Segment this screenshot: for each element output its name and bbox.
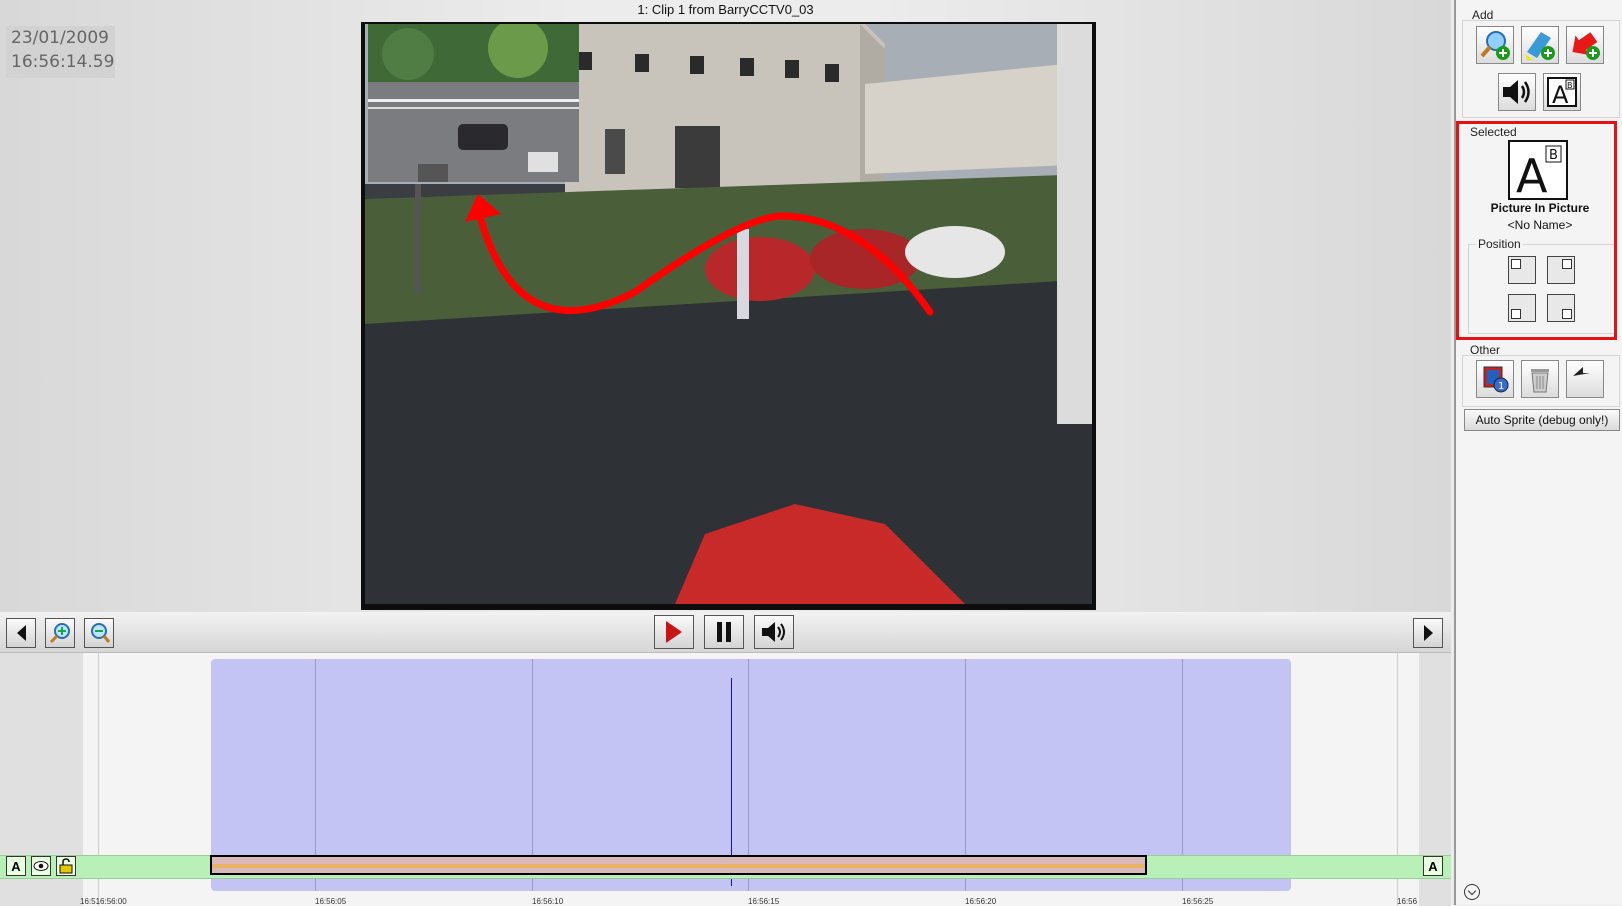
undo-icon xyxy=(1573,367,1590,376)
track-text-button[interactable]: A xyxy=(6,856,26,876)
delete-button[interactable] xyxy=(1521,360,1559,398)
track-lock-button[interactable] xyxy=(56,856,76,876)
add-arrow-button[interactable] xyxy=(1566,26,1604,64)
text-icon: A xyxy=(11,858,21,874)
arrow-left-icon xyxy=(16,625,26,641)
selected-section-highlight xyxy=(1456,121,1617,340)
zoom-in-icon xyxy=(49,623,70,644)
play-button[interactable] xyxy=(654,615,694,649)
pause-icon xyxy=(717,622,731,642)
editor-main: 1: Clip 1 from BarryCCTV0_03 23/01/2009 … xyxy=(0,0,1451,906)
zoom-add-icon xyxy=(1480,31,1510,60)
date-text: 23/01/2009 xyxy=(11,28,109,48)
speaker-icon xyxy=(762,622,785,642)
pause-button[interactable] xyxy=(704,615,744,649)
scroll-left-button[interactable] xyxy=(6,618,36,648)
chevron-down-icon xyxy=(1467,886,1477,895)
volume-button[interactable] xyxy=(754,615,794,649)
timeline[interactable]: A A 16:516:56:00 16:56:05 16:56:10 16:56… xyxy=(0,652,1451,906)
eye-icon xyxy=(33,861,49,871)
add-highlight-button[interactable] xyxy=(1521,26,1559,64)
zoom-in-button[interactable] xyxy=(45,618,75,648)
add-audio-button[interactable] xyxy=(1498,73,1536,111)
play-icon xyxy=(666,621,682,643)
picture-in-picture-overlay[interactable] xyxy=(368,24,579,182)
text-icon: AB xyxy=(1547,77,1577,108)
track-visibility-button[interactable] xyxy=(31,856,51,876)
pip-sprite-clip[interactable] xyxy=(210,855,1147,875)
arrow-right-icon xyxy=(1423,625,1433,641)
highlight-add-icon xyxy=(1525,32,1555,60)
pip-frame xyxy=(368,24,579,182)
track-end-text-button[interactable]: A xyxy=(1423,856,1443,876)
time-text: 16:56:14.59 xyxy=(11,52,115,72)
playback-toolbar xyxy=(0,612,1451,652)
undo-button[interactable] xyxy=(1566,360,1604,398)
expand-panel-button[interactable] xyxy=(1464,884,1480,900)
sequence-button[interactable]: 1 xyxy=(1476,360,1514,398)
auto-sprite-button[interactable]: Auto Sprite (debug only!) xyxy=(1464,409,1620,431)
add-text-button[interactable]: AB xyxy=(1543,73,1581,111)
zoom-out-button[interactable] xyxy=(84,618,114,648)
svg-text:1: 1 xyxy=(1498,381,1504,392)
scroll-right-button[interactable] xyxy=(1413,618,1443,648)
add-zoom-button[interactable] xyxy=(1476,26,1514,64)
zoom-out-icon xyxy=(91,623,111,643)
timestamp-overlay: 23/01/2009 16:56:14.59 xyxy=(6,26,115,78)
clip-title: 1: Clip 1 from BarryCCTV0_03 xyxy=(637,2,814,17)
audio-icon xyxy=(1503,80,1530,104)
trash-icon xyxy=(1531,369,1549,393)
arrow-add-icon xyxy=(1572,32,1600,60)
text-icon: A xyxy=(1428,858,1438,874)
sequence-icon: 1 xyxy=(1483,366,1509,393)
video-viewport[interactable] xyxy=(361,22,1096,610)
unlock-icon xyxy=(59,858,73,874)
svg-text:B: B xyxy=(1567,81,1573,90)
